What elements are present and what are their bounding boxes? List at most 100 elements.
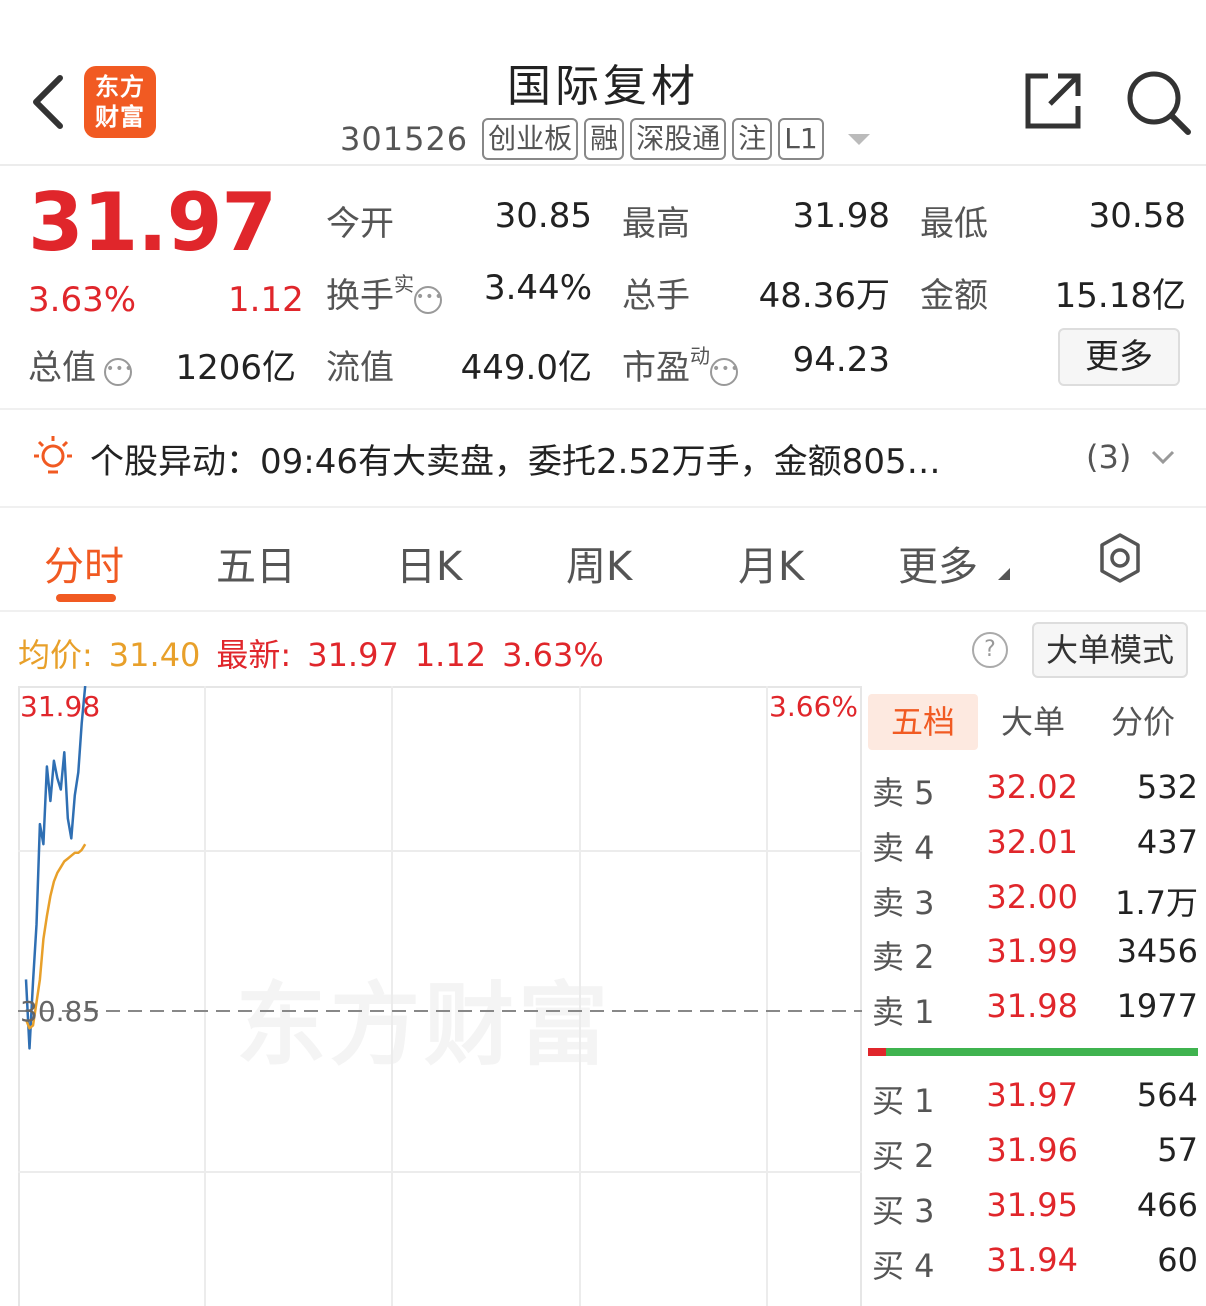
lightbulb-icon — [34, 436, 72, 474]
ask-row: 卖 3 32.00 1.7万 — [872, 878, 1198, 922]
tag-level1: L1 — [778, 118, 824, 160]
change-amount: 1.12 — [228, 280, 304, 320]
more-quote-button[interactable]: 更多 — [1058, 328, 1180, 386]
buy-sell-ratio-bar — [868, 1048, 1198, 1056]
share-icon[interactable] — [1022, 70, 1084, 132]
chevron-down-icon[interactable] — [847, 133, 870, 145]
open-label: 今开 — [326, 204, 394, 244]
pe-sup: 动 — [690, 344, 710, 368]
volume-label: 总手 — [622, 276, 690, 316]
ask-price: 32.02 — [986, 768, 1078, 806]
change-percent: 3.63% — [28, 280, 137, 320]
avg-price-value: 31.40 — [108, 636, 201, 674]
mktcap-value: 1206亿 — [175, 348, 296, 388]
tab-daily-k[interactable]: 日K — [396, 534, 462, 592]
active-tab-indicator — [56, 594, 116, 602]
intraday-chart[interactable]: 31.98 30.85 3.66% — [18, 686, 862, 1306]
low-value: 30.58 — [1088, 196, 1186, 236]
more-info-icon[interactable]: ••• — [414, 286, 443, 314]
bid-price: 31.94 — [986, 1241, 1078, 1279]
tab-weekly-k[interactable]: 周K — [566, 534, 632, 592]
bid-row: 买 3 31.95 466 — [872, 1186, 1198, 1230]
alert-count: (3) — [1086, 438, 1132, 476]
bid-label: 买 1 — [872, 1082, 935, 1120]
tab-price-distribution[interactable]: 分价 — [1088, 694, 1198, 750]
stock-code-row[interactable]: 301526 创业板 融 深股通 注 L1 — [340, 116, 870, 162]
bid-row: 买 4 31.94 60 — [872, 1241, 1198, 1285]
latest-change: 1.12 — [414, 636, 487, 674]
mktcap-label-text: 总值 — [28, 348, 96, 388]
turnover-label[interactable]: 换手实••• — [326, 268, 443, 317]
turnover-sup: 实 — [394, 272, 414, 296]
tag-chinext: 创业板 — [482, 118, 579, 160]
big-order-mode-button[interactable]: 大单模式 — [1032, 622, 1188, 678]
chart-border — [18, 686, 862, 1306]
ask-price: 32.00 — [986, 878, 1078, 916]
bid-price: 31.97 — [986, 1076, 1078, 1114]
divider — [0, 506, 1206, 508]
stock-alert-text[interactable]: 个股异动：09:46有大卖盘，委托2.52万手，金额805… — [90, 434, 1050, 483]
current-price: 31.97 — [28, 176, 277, 269]
ask-label: 卖 2 — [872, 938, 935, 976]
float-label: 流值 — [326, 348, 394, 388]
ask-label: 卖 3 — [872, 884, 935, 922]
buy-ratio-fill — [868, 1048, 887, 1056]
ask-volume: 3456 — [1116, 932, 1198, 970]
ask-label: 卖 1 — [872, 993, 935, 1031]
tab-five-levels[interactable]: 五档 — [868, 694, 978, 750]
tab-intraday[interactable]: 分时 — [44, 534, 124, 592]
bid-row: 买 1 31.97 564 — [872, 1076, 1198, 1120]
tab-more[interactable]: 更多 — [898, 534, 978, 592]
more-info-icon[interactable]: ••• — [710, 358, 739, 386]
mktcap-label[interactable]: 总值 ••• — [28, 340, 133, 389]
bid-volume: 466 — [1136, 1186, 1198, 1224]
pe-label[interactable]: 市盈动••• — [622, 340, 739, 389]
bid-label: 买 3 — [872, 1192, 935, 1230]
search-icon[interactable] — [1124, 68, 1192, 136]
ask-volume: 1977 — [1116, 987, 1198, 1025]
ask-row: 卖 2 31.99 3456 — [872, 932, 1198, 976]
bid-label: 买 4 — [872, 1247, 935, 1285]
ask-row: 卖 5 32.02 532 — [872, 768, 1198, 812]
chevron-down-icon[interactable] — [1150, 446, 1176, 468]
ask-price: 31.99 — [986, 932, 1078, 970]
stock-code: 301526 — [340, 120, 469, 158]
divider — [0, 610, 1206, 612]
header-bar: 东方财富 国际复材 301526 创业板 融 深股通 注 L1 — [0, 0, 1206, 166]
tag-margin: 融 — [584, 118, 625, 160]
dropdown-triangle-icon — [998, 568, 1010, 580]
latest-price: 31.97 — [307, 636, 399, 674]
turnover-label-text: 换手 — [326, 276, 394, 316]
divider — [0, 408, 1206, 410]
bid-volume: 57 — [1157, 1131, 1198, 1169]
bid-volume: 564 — [1136, 1076, 1198, 1114]
amount-value: 15.18亿 — [1054, 276, 1186, 316]
help-icon[interactable]: ? — [972, 632, 1008, 668]
y-mid-label: 30.85 — [20, 995, 100, 1028]
tag-registration: 注 — [732, 118, 773, 160]
low-label: 最低 — [920, 204, 988, 244]
volume-value: 48.36万 — [758, 276, 890, 316]
pe-value: 94.23 — [792, 340, 890, 380]
ask-volume: 532 — [1136, 768, 1198, 806]
latest-percent: 3.63% — [502, 636, 604, 674]
ask-row: 卖 4 32.01 437 — [872, 823, 1198, 867]
ask-price: 32.01 — [986, 823, 1078, 861]
bid-price: 31.95 — [986, 1186, 1078, 1224]
turnover-value: 3.44% — [483, 268, 592, 308]
gear-icon[interactable] — [1094, 532, 1146, 584]
tab-big-orders[interactable]: 大单 — [978, 694, 1088, 750]
high-label: 最高 — [622, 204, 690, 244]
amount-label: 金额 — [920, 276, 988, 316]
open-value: 30.85 — [494, 196, 592, 236]
more-info-icon[interactable]: ••• — [104, 358, 133, 386]
latest-label: 最新: — [216, 636, 292, 674]
ask-volume: 437 — [1136, 823, 1198, 861]
chart-grid — [18, 686, 862, 1306]
bid-row: 买 2 31.96 57 — [872, 1131, 1198, 1175]
high-value: 31.98 — [792, 196, 890, 236]
tag-sz-connect: 深股通 — [630, 118, 727, 160]
tab-monthly-k[interactable]: 月K — [738, 534, 804, 592]
tab-five-day[interactable]: 五日 — [216, 534, 296, 592]
bid-label: 买 2 — [872, 1137, 935, 1175]
